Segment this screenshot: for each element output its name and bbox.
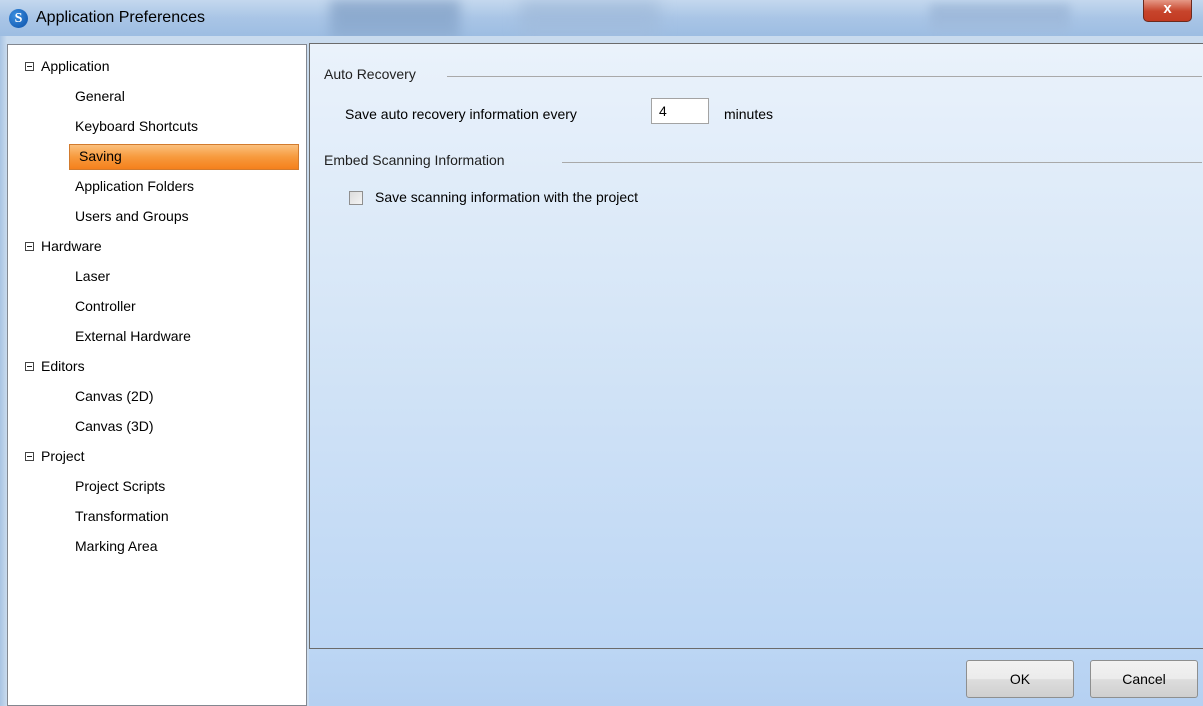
section-title-embed-scanning: Embed Scanning Information (324, 152, 505, 168)
ok-button[interactable]: OK (966, 660, 1074, 698)
background-blur (930, 4, 1070, 32)
window-title: Application Preferences (36, 9, 205, 26)
tree-item-project-scripts[interactable]: Project Scripts (8, 472, 306, 502)
tree-item-general[interactable]: General (8, 82, 306, 112)
tree-item-controller[interactable]: Controller (8, 292, 306, 322)
cancel-button[interactable]: Cancel (1090, 660, 1198, 698)
tree-item-label: Canvas (2D) (75, 388, 154, 404)
tree-group-label: Hardware (41, 238, 102, 254)
section-divider (562, 162, 1202, 163)
minutes-label: minutes (724, 106, 774, 122)
collapse-icon[interactable] (25, 362, 34, 371)
background-blur (520, 0, 660, 36)
tree-group-project[interactable]: Project (8, 442, 306, 472)
tree-item-marking-area[interactable]: Marking Area (8, 532, 306, 562)
tree-item-saving[interactable]: Saving (8, 142, 306, 172)
tree-item-label: Controller (75, 298, 136, 314)
tree-group-label: Editors (41, 358, 85, 374)
preferences-tree: Application General Keyboard Shortcuts S… (7, 44, 307, 706)
tree-group-application[interactable]: Application (8, 52, 306, 82)
collapse-icon[interactable] (25, 452, 34, 461)
tree-group-hardware[interactable]: Hardware (8, 232, 306, 262)
tree-item-label: Marking Area (75, 538, 158, 554)
tree-item-label: External Hardware (75, 328, 191, 344)
tree-item-label: Laser (75, 268, 111, 284)
collapse-icon[interactable] (25, 242, 34, 251)
auto-recovery-interval-input[interactable]: 4 (651, 98, 709, 124)
background-blur (330, 0, 460, 36)
section-title-auto-recovery: Auto Recovery (324, 66, 416, 82)
collapse-icon[interactable] (25, 62, 34, 71)
dialog-button-bar: OK Cancel (309, 649, 1203, 706)
tree-item-label: Project Scripts (75, 478, 166, 494)
settings-panel: Auto Recovery Save auto recovery informa… (309, 43, 1203, 649)
section-divider (447, 76, 1202, 77)
tree-item-label: Application Folders (75, 178, 195, 194)
tree-group-label: Project (41, 448, 85, 464)
tree-item-label: Users and Groups (75, 208, 189, 224)
tree-item-users-and-groups[interactable]: Users and Groups (8, 202, 306, 232)
tree-item-label: General (75, 88, 125, 104)
tree-item-keyboard-shortcuts[interactable]: Keyboard Shortcuts (8, 112, 306, 142)
tree-item-label: Keyboard Shortcuts (75, 118, 198, 134)
tree-item-transformation[interactable]: Transformation (8, 502, 306, 532)
tree-item-label: Transformation (75, 508, 169, 524)
tree-item-laser[interactable]: Laser (8, 262, 306, 292)
auto-recovery-label: Save auto recovery information every (345, 106, 577, 122)
save-scanning-info-checkbox[interactable] (349, 191, 363, 205)
tree-item-external-hardware[interactable]: External Hardware (8, 322, 306, 352)
tree-group-editors[interactable]: Editors (8, 352, 306, 382)
save-scanning-info-label[interactable]: Save scanning information with the proje… (375, 189, 638, 205)
tree-item-canvas-3d[interactable]: Canvas (3D) (8, 412, 306, 442)
tree-item-application-folders[interactable]: Application Folders (8, 172, 306, 202)
close-button[interactable]: x (1143, 0, 1192, 22)
tree-item-label: Canvas (3D) (75, 418, 154, 434)
tree-group-label: Application (41, 58, 110, 74)
app-logo-icon: S (9, 9, 28, 28)
tree-item-label: Saving (79, 148, 122, 164)
tree-item-canvas-2d[interactable]: Canvas (2D) (8, 382, 306, 412)
window-frame (0, 36, 7, 706)
title-bar: S Application Preferences x (0, 0, 1203, 36)
